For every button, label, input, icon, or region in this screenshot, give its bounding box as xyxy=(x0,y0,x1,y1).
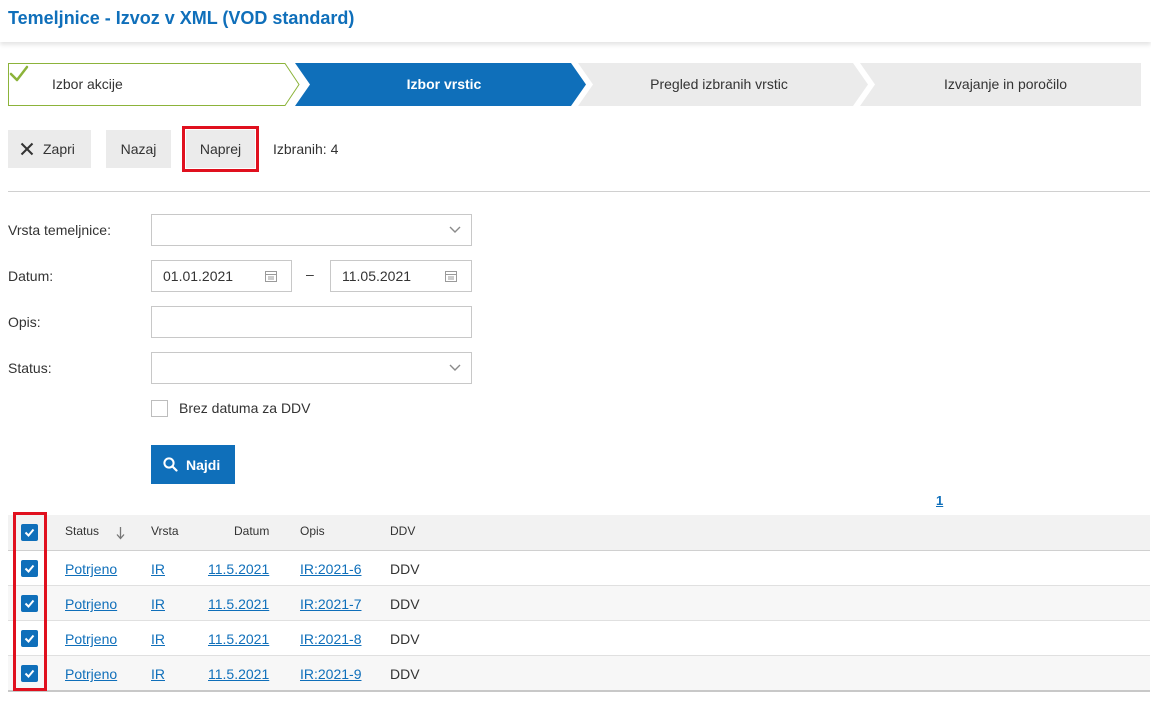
row-date-link[interactable]: 11.5.2021 xyxy=(208,631,269,647)
close-button[interactable]: Zapri xyxy=(8,130,91,168)
find-button[interactable]: Najdi xyxy=(151,445,235,484)
row-type-link[interactable]: IR xyxy=(151,561,165,577)
close-button-label: Zapri xyxy=(43,141,75,157)
row-vat: DDV xyxy=(390,596,420,612)
step-3-label: Pregled izbranih vrstic xyxy=(650,76,788,92)
status-label: Status: xyxy=(8,360,52,376)
page-title: Temeljnice - Izvoz v XML (VOD standard) xyxy=(8,8,355,28)
date-to-value: 11.05.2021 xyxy=(342,268,412,284)
description-label: Opis: xyxy=(8,314,41,330)
date-to-field[interactable]: 11.05.2021 xyxy=(330,260,472,292)
date-from-field[interactable]: 01.01.2021 xyxy=(151,260,292,292)
row-type-link[interactable]: IR xyxy=(151,596,165,612)
column-header-vat[interactable]: DDV xyxy=(390,524,415,538)
row-description-link[interactable]: IR:2021-6 xyxy=(300,561,361,577)
date-range-separator: – xyxy=(306,266,314,282)
row-status-link[interactable]: Potrjeno xyxy=(65,666,117,682)
row-vat: DDV xyxy=(390,666,420,682)
step-1-label[interactable]: Izbor akcije xyxy=(52,76,123,92)
type-label: Vrsta temeljnice: xyxy=(8,222,111,238)
table-row[interactable] xyxy=(8,621,1150,656)
column-header-date[interactable]: Datum xyxy=(234,524,269,538)
sort-down-icon[interactable] xyxy=(116,526,125,540)
search-icon xyxy=(163,457,178,472)
row-description-link[interactable]: IR:2021-9 xyxy=(300,666,361,682)
close-icon xyxy=(20,142,34,156)
pager-page-1[interactable]: 1 xyxy=(936,493,943,508)
row-description-link[interactable]: IR:2021-7 xyxy=(300,596,361,612)
checkbox-column-highlight xyxy=(13,512,47,691)
column-header-status[interactable]: Status xyxy=(65,524,99,538)
back-button[interactable]: Nazaj xyxy=(106,130,171,168)
row-type-link[interactable]: IR xyxy=(151,666,165,682)
step-2-label: Izbor vrstic xyxy=(406,76,482,92)
step-4-label: Izvajanje in poročilo xyxy=(944,76,1067,92)
row-vat: DDV xyxy=(390,631,420,647)
calendar-icon[interactable] xyxy=(445,270,457,282)
table-header xyxy=(8,515,1150,551)
table-row[interactable] xyxy=(8,551,1150,586)
column-header-description[interactable]: Opis xyxy=(300,524,325,538)
row-description-link[interactable]: IR:2021-8 xyxy=(300,631,361,647)
row-type-link[interactable]: IR xyxy=(151,631,165,647)
no-vat-date-checkbox[interactable] xyxy=(151,400,168,417)
row-status-link[interactable]: Potrjeno xyxy=(65,631,117,647)
chevron-down-icon xyxy=(449,226,461,233)
row-vat: DDV xyxy=(390,561,420,577)
divider xyxy=(8,191,1150,192)
row-status-link[interactable]: Potrjeno xyxy=(65,561,117,577)
type-select[interactable] xyxy=(151,214,472,246)
description-input[interactable] xyxy=(151,306,472,338)
selected-count: Izbranih: 4 xyxy=(273,141,339,157)
status-select[interactable] xyxy=(151,352,472,384)
column-header-type[interactable]: Vrsta xyxy=(151,524,179,538)
no-vat-date-label[interactable]: Brez datuma za DDV xyxy=(179,400,311,416)
find-button-label: Najdi xyxy=(186,456,221,473)
date-label: Datum: xyxy=(8,268,54,284)
check-icon xyxy=(9,65,29,82)
row-date-link[interactable]: 11.5.2021 xyxy=(208,596,269,612)
table-row[interactable] xyxy=(8,586,1150,621)
page-header: Temeljnice - Izvoz v XML (VOD standard) xyxy=(0,0,1151,42)
chevron-down-icon xyxy=(449,364,461,371)
table-bottom-border xyxy=(8,690,1150,692)
date-from-value: 01.01.2021 xyxy=(163,268,234,284)
row-date-link[interactable]: 11.5.2021 xyxy=(208,666,269,682)
next-button-highlight xyxy=(182,126,259,172)
wizard-steps: Izbor akcije Izbor vrstic Pregled izbran… xyxy=(8,63,1141,106)
calendar-icon[interactable] xyxy=(265,270,277,282)
table-row[interactable] xyxy=(8,656,1150,691)
row-status-link[interactable]: Potrjeno xyxy=(65,596,117,612)
row-date-link[interactable]: 11.5.2021 xyxy=(208,561,269,577)
